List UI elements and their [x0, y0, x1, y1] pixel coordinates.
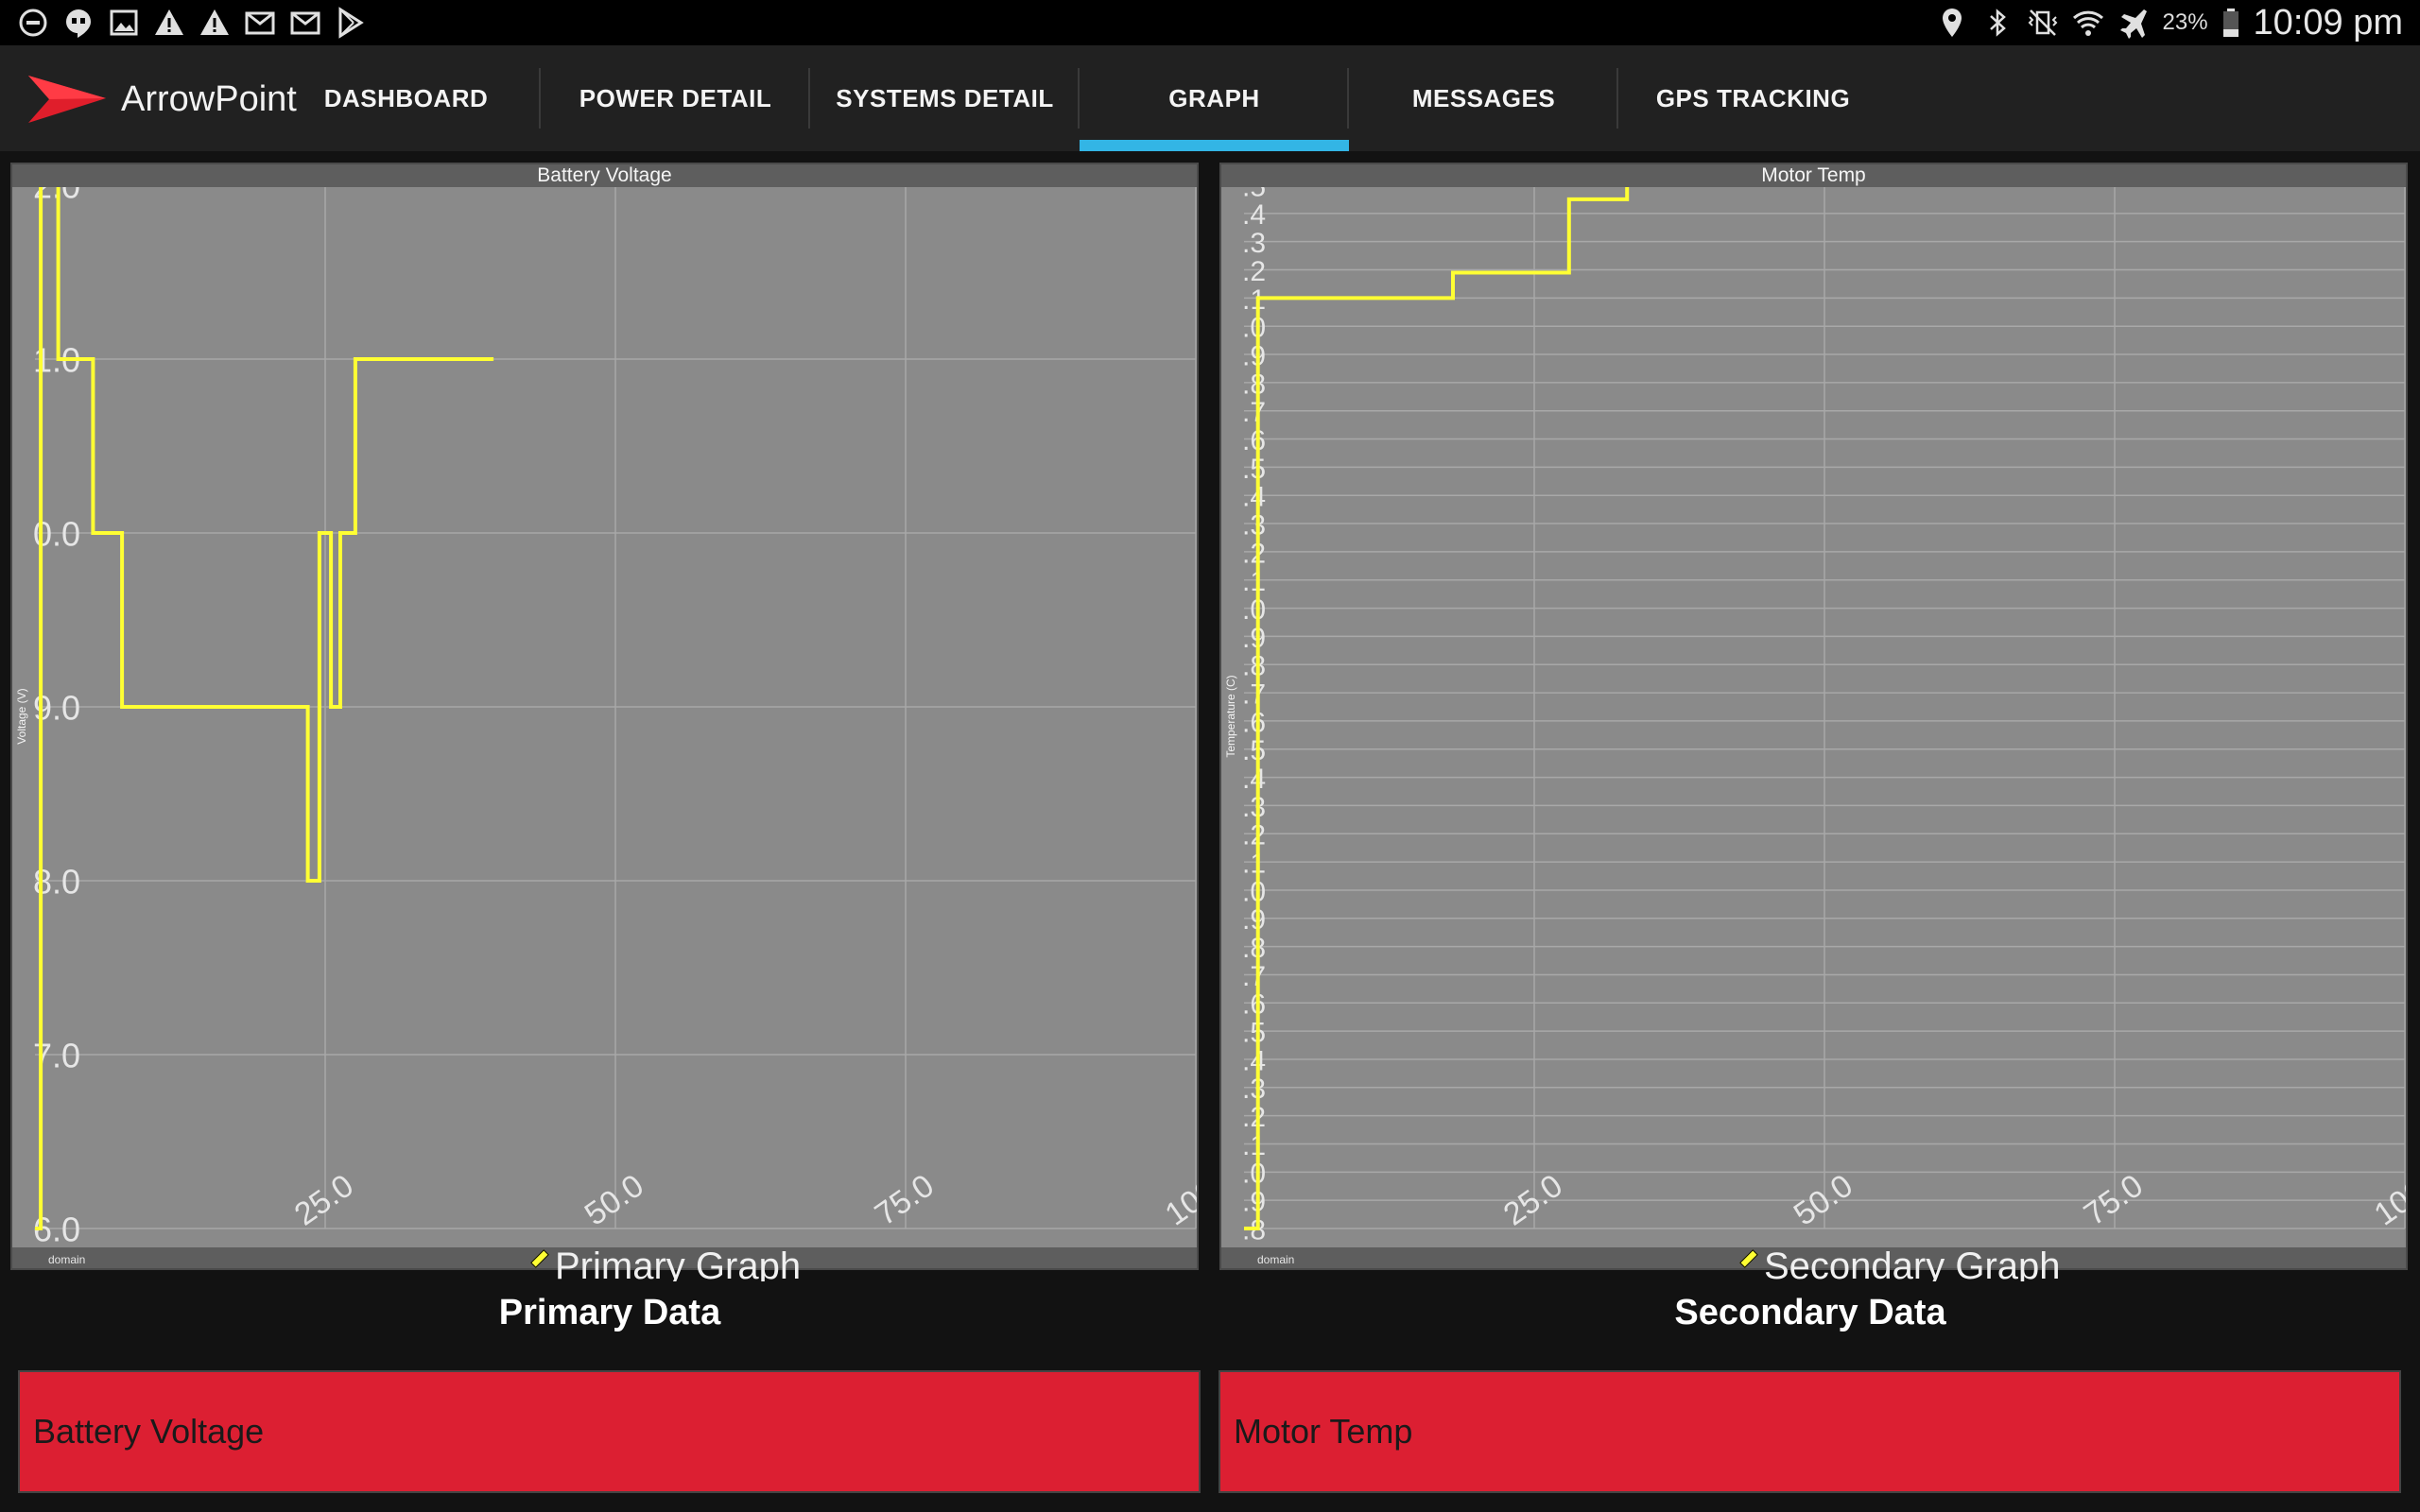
y-tick-label: .3	[1242, 509, 1266, 541]
graph-title: Motor Temp	[1761, 164, 1866, 186]
tab-dashboard[interactable]: DASHBOARD	[271, 45, 541, 151]
y-tick-label: .2	[1242, 1102, 1266, 1133]
y-tick-label: .6	[1242, 707, 1266, 738]
y-tick-label: .9	[1242, 904, 1266, 936]
y-tick-label: .3	[1242, 792, 1266, 823]
y-tick-label: .7	[1242, 961, 1266, 992]
y-tick-label: .6	[1242, 989, 1266, 1021]
tab-label: GPS TRACKING	[1655, 83, 1851, 112]
do-not-disturb-icon	[17, 7, 49, 39]
arrowpoint-logo-icon	[28, 76, 106, 123]
y-tick-label: .0	[1242, 594, 1266, 626]
clock: 10:09 pm	[2253, 2, 2403, 43]
secondary-series-select[interactable]: Motor Temp	[1219, 1370, 2401, 1493]
tab-systems-detail[interactable]: SYSTEMS DETAIL	[810, 45, 1080, 151]
graph-legend: Secondary Graph	[1739, 1244, 2061, 1281]
primary-selected-value: Battery Voltage	[33, 1412, 265, 1451]
y-tick-label: .9	[1242, 1187, 1266, 1218]
legend-swatch	[1739, 1249, 1758, 1268]
secondary-graph-panel[interactable]: .8.9.0.1.2.3.4.5.6.7.8.9.0.1.2.3.4.5.6.7…	[1219, 163, 2408, 1281]
play-store-icon	[335, 7, 367, 39]
y-tick-label: .8	[1242, 933, 1266, 964]
action-bar: ArrowPoint DASHBOARD POWER DETAIL SYSTEM…	[0, 45, 2420, 151]
notification-icons	[17, 6, 367, 40]
tab-power-detail[interactable]: POWER DETAIL	[541, 45, 810, 151]
tab-gps-tracking[interactable]: GPS TRACKING	[1618, 45, 1888, 151]
y-tick-label: .4	[1242, 482, 1266, 513]
domain-axis-label: domain	[1257, 1253, 1295, 1266]
secondary-data-heading: Secondary Data	[1674, 1293, 1946, 1332]
app-title: ArrowPoint	[121, 79, 297, 119]
tab-bar: DASHBOARD POWER DETAIL SYSTEMS DETAIL GR…	[271, 45, 1888, 151]
tab-messages[interactable]: MESSAGES	[1349, 45, 1618, 151]
primary-graph-panel[interactable]: 6.07.08.09.00.01.02.025.050.075.0100 Bat…	[10, 163, 1199, 1281]
legend-swatch	[530, 1249, 549, 1268]
gmail-icon	[289, 7, 321, 39]
battery-icon	[2221, 7, 2240, 39]
y-tick-label: .4	[1242, 764, 1266, 795]
tab-label: MESSAGES	[1411, 83, 1556, 112]
y-tick-label: .8	[1242, 651, 1266, 682]
y-tick-label: .7	[1242, 397, 1266, 428]
legend-label: Secondary Graph	[1764, 1246, 2061, 1281]
y-tick-label: .9	[1242, 623, 1266, 654]
tab-label: SYSTEMS DETAIL	[836, 83, 1054, 112]
y-tick-label: .4	[1242, 1045, 1266, 1076]
tab-graph[interactable]: GRAPH	[1080, 45, 1349, 151]
graph-legend: Primary Graph	[530, 1244, 801, 1281]
primary-graph-plot: 6.07.08.09.00.01.02.025.050.075.0100	[33, 167, 1197, 1249]
y-tick-label: .0	[1242, 313, 1266, 344]
graph-title: Battery Voltage	[537, 164, 672, 186]
y-tick-label: .3	[1242, 228, 1266, 259]
battery-percent: 23%	[2162, 9, 2208, 35]
primary-series-select[interactable]: Battery Voltage	[18, 1370, 1201, 1493]
range-axis-label: Voltage (V)	[15, 688, 28, 745]
tab-label: POWER DETAIL	[579, 83, 772, 112]
hangouts-icon	[62, 7, 95, 39]
warning-icon	[153, 7, 185, 39]
y-tick-label: .5	[1242, 735, 1266, 766]
secondary-selected-value: Motor Temp	[1234, 1412, 1413, 1451]
y-tick-label: .4	[1242, 199, 1266, 231]
y-tick-label: .2	[1242, 820, 1266, 851]
y-tick-label: .5	[1242, 454, 1266, 485]
warning-icon	[199, 7, 231, 39]
y-tick-label: .2	[1242, 256, 1266, 287]
primary-data-heading: Primary Data	[498, 1293, 721, 1332]
legend-label: Primary Graph	[555, 1246, 802, 1281]
tab-label: GRAPH	[1168, 83, 1260, 112]
wifi-icon	[2072, 7, 2104, 39]
y-tick-label: .3	[1242, 1074, 1266, 1105]
y-tick-label: .0	[1242, 1159, 1266, 1190]
vibrate-icon	[2027, 7, 2059, 39]
y-tick-label: .2	[1242, 538, 1266, 569]
gallery-icon	[108, 7, 140, 39]
selected-tab-indicator	[1080, 140, 1349, 151]
gmail-icon	[244, 7, 276, 39]
bluetooth-icon	[1981, 7, 2014, 39]
y-tick-label: .8	[1242, 369, 1266, 400]
location-icon	[1936, 7, 1968, 39]
airplane-mode-icon	[2118, 7, 2150, 39]
tab-label: DASHBOARD	[323, 83, 489, 112]
range-axis-label: Temperature (C)	[1224, 675, 1237, 758]
y-tick-label: .7	[1242, 679, 1266, 710]
y-tick-label: .6	[1242, 425, 1266, 456]
y-tick-label: .9	[1242, 340, 1266, 371]
domain-axis-label: domain	[48, 1253, 86, 1266]
system-icons: 23% 10:09 pm	[1936, 0, 2403, 45]
y-tick-label: .5	[1242, 1018, 1266, 1049]
status-bar: 23% 10:09 pm	[0, 0, 2420, 45]
y-tick-label: .1	[1242, 566, 1266, 597]
y-tick-label: .1	[1242, 1130, 1266, 1161]
y-tick-label: .0	[1242, 876, 1266, 907]
secondary-graph-plot: .8.9.0.1.2.3.4.5.6.7.8.9.0.1.2.3.4.5.6.7…	[1242, 171, 2406, 1246]
y-tick-label: .1	[1242, 849, 1266, 880]
